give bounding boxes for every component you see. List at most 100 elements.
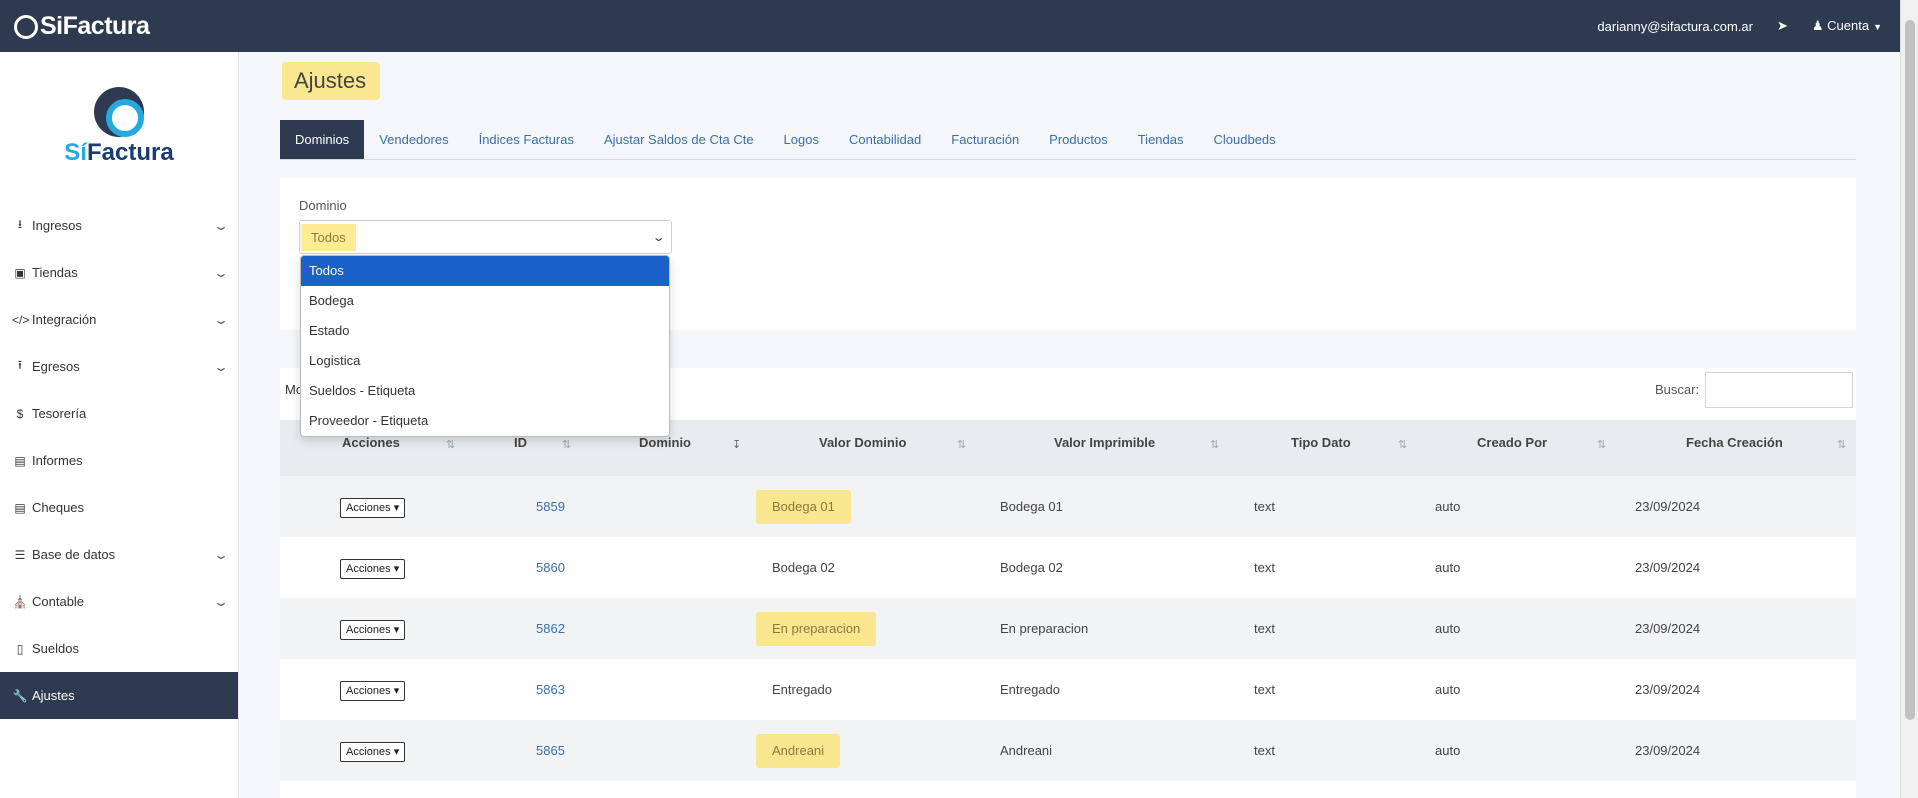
dropdown-option-logistica[interactable]: Logistica bbox=[301, 346, 669, 376]
page-title: Ajustes bbox=[282, 62, 381, 100]
download-icon: ⭳ bbox=[17, 217, 23, 231]
top-navbar: SiFactura darianny@sifactura.com.ar ➤ ♟ … bbox=[0, 0, 1900, 52]
tab-ajustar-saldos[interactable]: Ajustar Saldos de Cta Cte bbox=[589, 120, 769, 159]
dropdown-option-todos[interactable]: Todos bbox=[301, 256, 669, 286]
row-valor-dominio: Andreani bbox=[756, 720, 841, 781]
row-valor-dominio: Bodega 01 bbox=[756, 476, 851, 537]
sidebar-menu: ⭳ Ingresos ⌄ ▣ Tiendas ⌄ </> Integración ⌄ ⭱ Eg… bbox=[0, 202, 238, 719]
sidebar-item-integracion[interactable]: </> Integración ⌄ bbox=[0, 296, 238, 343]
sidebar-item-tesoreria[interactable]: $ Tesorería bbox=[0, 390, 238, 437]
sort-icon[interactable]: ⇅ bbox=[562, 438, 571, 451]
row-id-link[interactable]: 5860 bbox=[536, 537, 565, 598]
table-row: Acciones ▾ 5865 Andreani Andreani text a… bbox=[280, 720, 1856, 781]
sort-icon[interactable]: ⇅ bbox=[1837, 438, 1846, 451]
sort-desc-icon[interactable]: ↧ bbox=[732, 438, 741, 451]
search-input[interactable] bbox=[1705, 372, 1853, 408]
row-valor-dominio: Entregado bbox=[772, 682, 832, 697]
row-actions-button[interactable]: Acciones ▾ bbox=[340, 742, 406, 762]
code-icon: </> bbox=[12, 312, 30, 327]
dollar-icon: $ bbox=[16, 406, 24, 421]
tab-logos[interactable]: Logos bbox=[769, 120, 834, 159]
row-id-link[interactable]: 5862 bbox=[536, 598, 565, 659]
row-fecha-creacion: 23/09/2024 bbox=[1635, 682, 1701, 697]
sidebar-item-ingresos[interactable]: ⭳ Ingresos ⌄ bbox=[0, 202, 238, 249]
column-header-creado-por[interactable]: Creado Por bbox=[1477, 420, 1547, 476]
row-actions-button[interactable]: Acciones ▾ bbox=[340, 681, 406, 701]
sidebar-item-base-de-datos[interactable]: ☰ Base de datos ⌄ bbox=[0, 531, 238, 578]
row-fecha-creacion: 23/09/2024 bbox=[1635, 743, 1701, 758]
tab-contabilidad[interactable]: Contabilidad bbox=[834, 120, 936, 159]
sort-icon[interactable]: ⇅ bbox=[957, 438, 966, 451]
chevron-down-icon: ⌄ bbox=[651, 231, 666, 244]
sidebar-item-contable[interactable]: ⛪ Contable ⌄ bbox=[0, 578, 238, 625]
row-id-link[interactable]: 5863 bbox=[536, 659, 565, 720]
row-actions-button[interactable]: Acciones ▾ bbox=[340, 559, 406, 579]
brand-ring-icon bbox=[14, 15, 38, 39]
row-valor-imprimible: Andreani bbox=[1000, 743, 1053, 758]
row-tipo-dato: text bbox=[1254, 560, 1275, 575]
row-creado-por: auto bbox=[1435, 621, 1461, 636]
chart-icon: ▤ bbox=[14, 453, 26, 468]
tab-vendedores[interactable]: Vendedores bbox=[364, 120, 463, 159]
row-id-link[interactable]: 5865 bbox=[536, 720, 565, 781]
row-valor-imprimible: Bodega 01 bbox=[1000, 499, 1063, 514]
sort-icon[interactable]: ⇅ bbox=[1210, 438, 1219, 451]
sidebar-item-sueldos[interactable]: ▯ Sueldos bbox=[0, 625, 238, 672]
table-row: Acciones ▾ 5859 Bodega 01 Bodega 01 text… bbox=[280, 476, 1856, 537]
dropdown-option-sueldos-etiqueta[interactable]: Sueldos - Etiqueta bbox=[301, 376, 669, 406]
vertical-scrollbar[interactable] bbox=[1900, 0, 1918, 798]
tab-indices-facturas[interactable]: Índices Facturas bbox=[464, 120, 589, 159]
sort-icon[interactable]: ⇅ bbox=[1398, 438, 1407, 451]
scrollbar-thumb[interactable] bbox=[1905, 20, 1915, 720]
book-icon: ▯ bbox=[16, 641, 24, 656]
search-label: Buscar: bbox=[1655, 382, 1700, 397]
dropdown-option-bodega[interactable]: Bodega bbox=[301, 286, 669, 316]
row-creado-por: auto bbox=[1435, 499, 1461, 514]
row-actions-button[interactable]: Acciones ▾ bbox=[340, 620, 406, 640]
dropdown-option-proveedor-etiqueta[interactable]: Proveedor - Etiqueta bbox=[301, 406, 669, 436]
row-tipo-dato: text bbox=[1254, 682, 1275, 697]
sidebar-item-informes[interactable]: ▤ Informes bbox=[0, 437, 238, 484]
sidebar-logo[interactable]: SíFactura bbox=[0, 52, 238, 202]
column-header-tipo-dato[interactable]: Tipo Dato bbox=[1291, 420, 1351, 476]
column-header-fecha-creacion[interactable]: Fecha Creación bbox=[1686, 420, 1783, 476]
sidebar-item-tiendas[interactable]: ▣ Tiendas ⌄ bbox=[0, 249, 238, 296]
column-header-valor-dominio[interactable]: Valor Dominio bbox=[819, 420, 906, 476]
sidebar-item-ajustes[interactable]: 🔧 Ajustes bbox=[0, 672, 238, 719]
row-valor-imprimible: En preparacion bbox=[1000, 621, 1089, 636]
tab-cloudbeds[interactable]: Cloudbeds bbox=[1199, 120, 1291, 159]
table-row: Acciones ▾ 5863 Entregado Entregado text… bbox=[280, 659, 1856, 720]
logo-wordmark: SíFactura bbox=[64, 139, 174, 166]
chevron-down-icon: ⌄ bbox=[212, 359, 230, 374]
row-valor-imprimible: Entregado bbox=[1000, 682, 1060, 697]
column-header-valor-imprimible[interactable]: Valor Imprimible bbox=[1054, 420, 1155, 476]
user-email[interactable]: darianny@sifactura.com.ar bbox=[1597, 19, 1753, 34]
row-creado-por: auto bbox=[1435, 743, 1461, 758]
row-fecha-creacion: 23/09/2024 bbox=[1635, 499, 1701, 514]
row-tipo-dato: text bbox=[1254, 499, 1275, 514]
tab-productos[interactable]: Productos bbox=[1034, 120, 1123, 159]
account-menu[interactable]: ♟ Cuenta ▼ bbox=[1812, 18, 1882, 34]
sort-icon[interactable]: ⇅ bbox=[446, 438, 455, 451]
shopping-bag-icon: ▣ bbox=[14, 265, 26, 280]
user-icon: ♟ bbox=[1811, 18, 1824, 33]
tab-dominios[interactable]: Dominios bbox=[280, 120, 365, 159]
chevron-down-icon: ⌄ bbox=[212, 218, 230, 233]
row-valor-dominio: En preparacion bbox=[756, 598, 877, 659]
row-actions-button[interactable]: Acciones ▾ bbox=[340, 498, 406, 518]
sidebar-item-cheques[interactable]: ▤ Cheques bbox=[0, 484, 238, 531]
sidebar-item-egresos[interactable]: ⭱ Egresos ⌄ bbox=[0, 343, 238, 390]
sort-icon[interactable]: ⇅ bbox=[1597, 438, 1606, 451]
settings-tabs: Dominios Vendedores Índices Facturas Aju… bbox=[280, 120, 1856, 160]
chevron-down-icon: ⌄ bbox=[212, 547, 230, 562]
chevron-down-icon: ⌄ bbox=[212, 265, 230, 280]
dropdown-option-estado[interactable]: Estado bbox=[301, 316, 669, 346]
row-id-link[interactable]: 5859 bbox=[536, 476, 565, 537]
paper-plane-icon[interactable]: ➤ bbox=[1777, 18, 1788, 34]
tab-facturacion[interactable]: Facturación bbox=[936, 120, 1034, 159]
wrench-icon: 🔧 bbox=[12, 688, 28, 703]
tab-tiendas[interactable]: Tiendas bbox=[1123, 120, 1199, 159]
dominio-select[interactable]: Todos ⌄ bbox=[299, 220, 672, 254]
row-creado-por: auto bbox=[1435, 560, 1461, 575]
brand-logo[interactable]: SiFactura bbox=[14, 12, 150, 41]
